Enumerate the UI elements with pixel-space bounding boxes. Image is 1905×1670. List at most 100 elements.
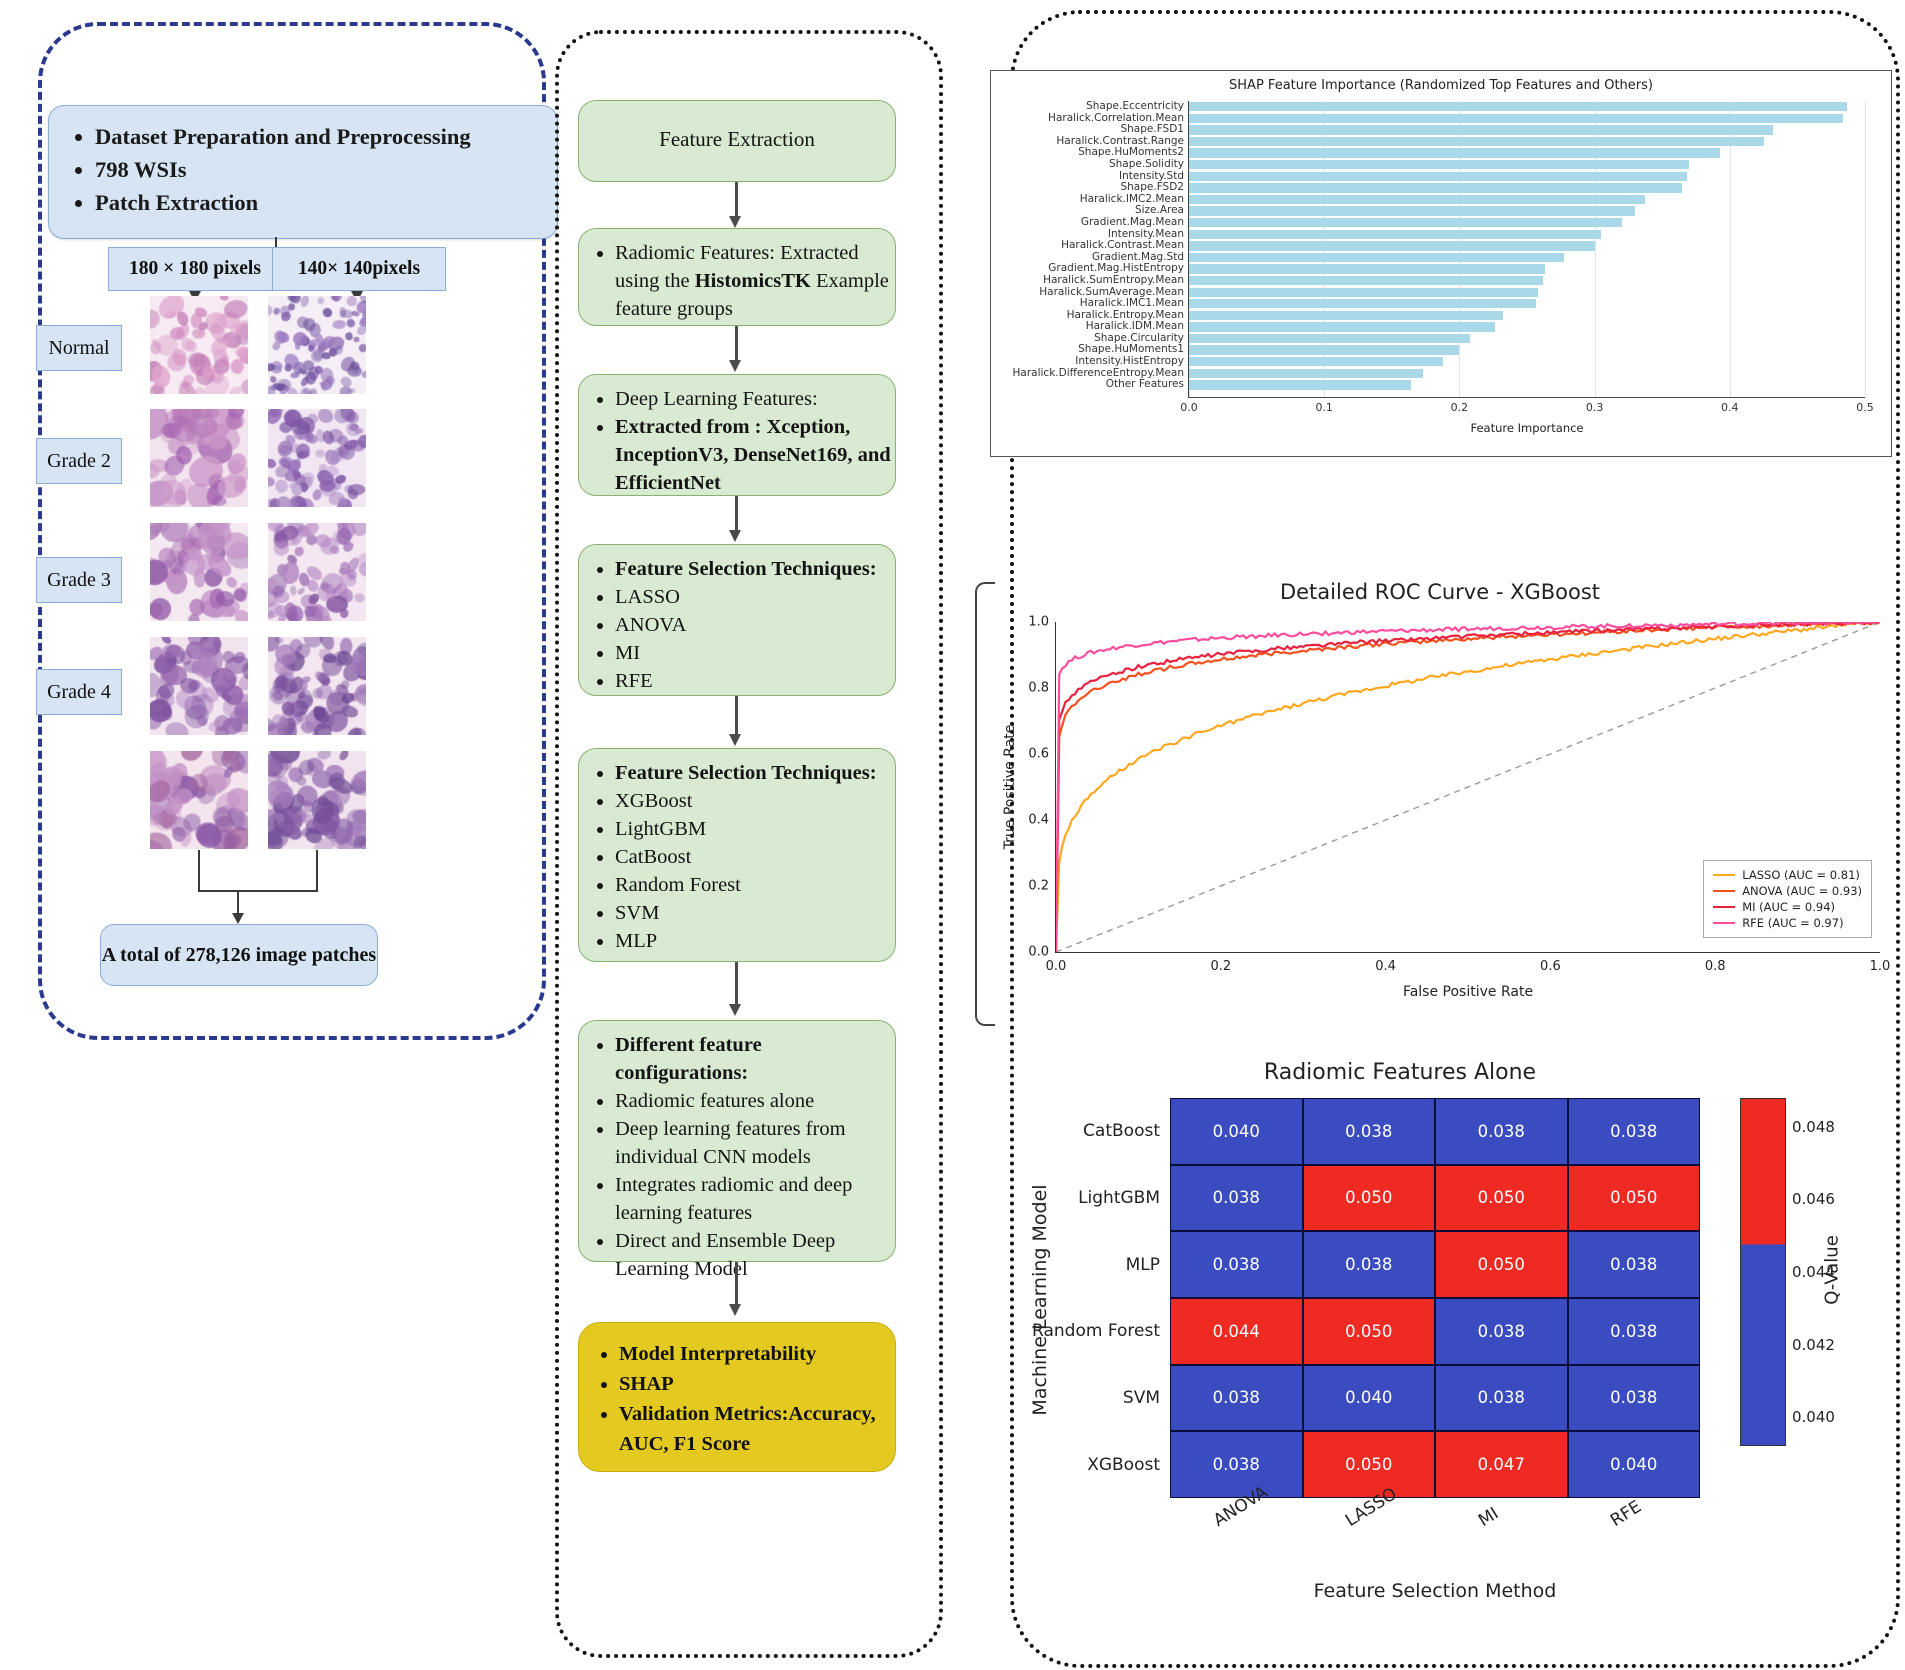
pipeline-list: Different feature configurations:Radiomi… (579, 1021, 895, 1283)
shap-bar (1189, 148, 1721, 158)
shap-bar (1189, 357, 1444, 367)
shap-bar-row: Size.Area (1135, 204, 1865, 217)
shap-bar (1189, 333, 1471, 344)
shap-category-label: Shape.FSD1 (1120, 123, 1184, 136)
pipeline-list-item: Radiomic features alone (615, 1087, 895, 1115)
shap-category-label: Intensity.HistEntropy (1075, 355, 1184, 368)
pipeline-list-item: XGBoost (615, 787, 895, 815)
shap-bar (1189, 194, 1645, 205)
shap-x-tick: 0.1 (1315, 401, 1333, 414)
histology-patch (268, 523, 366, 621)
arrow-head (729, 360, 741, 372)
shap-category-label: Gradient.Mag.HistEntropy (1048, 262, 1184, 275)
pipeline-list-item: Different feature configurations: (615, 1031, 895, 1087)
patch-size-140: 140× 140pixels (272, 247, 446, 291)
pipeline-box-classifiers: Feature Selection Techniques:XGBoostLigh… (578, 748, 896, 962)
histology-patch (150, 751, 248, 849)
pipeline-box-title: Feature Extraction (659, 127, 815, 151)
heatmap-cell: 0.050 (1302, 1297, 1435, 1365)
shap-bar-row: Shape.Solidity (1109, 158, 1865, 171)
final-item: SHAP (619, 1369, 895, 1399)
heatmap-cell: 0.040 (1302, 1364, 1435, 1432)
heatmap-cell: 0.038 (1567, 1364, 1700, 1432)
shap-category-label: Haralick.Entropy.Mean (1066, 308, 1184, 321)
arrow-head (729, 216, 741, 228)
pipeline-list-item: Integrates radiomic and deep learning fe… (615, 1171, 895, 1227)
heatmap-x-axis-label: Feature Selection Method (1313, 1580, 1557, 1602)
shap-bar (1189, 368, 1423, 379)
pipeline-list: Feature Selection Techniques:LASSOANOVAM… (579, 545, 895, 695)
colorbar-tick: 0.042 (1792, 1335, 1835, 1354)
roc-legend-label: LASSO (AUC = 0.81) (1742, 868, 1860, 882)
roc-chart-title: Detailed ROC Curve - XGBoost (1279, 580, 1601, 604)
heatmap-cell: 0.038 (1435, 1364, 1568, 1432)
pipeline-list: Radiomic Features: Extracted using the H… (579, 229, 895, 323)
heatmap-column-label: MI (1474, 1503, 1503, 1531)
heatmap-grid: 0.040 CatBoost ANOVA 0.038 LASSO 0.038 MI 0.038… (1032, 1098, 1700, 1531)
shap-bar (1189, 183, 1683, 193)
heatmap-row-label: MLP (1125, 1254, 1160, 1275)
shap-category-label: Shape.Eccentricity (1086, 100, 1184, 112)
shap-bar (1189, 241, 1595, 251)
colorbar-tick: 0.040 (1792, 1408, 1835, 1427)
legend-swatch (1713, 905, 1736, 909)
shap-bar (1189, 345, 1460, 355)
heatmap-y-axis-label: Machine Learning Model (1029, 1184, 1051, 1416)
shap-bar-row: Haralick.IDM.Mean (1086, 320, 1865, 333)
shap-category-label: Gradient.Mag.Mean (1080, 215, 1184, 228)
shap-category-label: Shape.Circularity (1094, 331, 1184, 344)
shap-category-label: Haralick.IDM.Mean (1085, 320, 1184, 333)
shap-category-label: Shape.HuMoments1 (1078, 343, 1184, 356)
connector-line (316, 850, 318, 892)
roc-y-tick: 0.2 (1028, 878, 1049, 894)
pipeline-list-item: SVM (615, 899, 895, 927)
shap-bar-row: Haralick.Correlation.Mean (1048, 112, 1865, 125)
shap-bar-row: Intensity.Mean (1108, 228, 1865, 241)
heatmap-cell: 0.038 (1435, 1297, 1568, 1365)
shap-bar (1189, 136, 1764, 147)
shap-x-tick: 0.2 (1450, 401, 1469, 414)
grade-label-grade4: Grade 4 (36, 669, 122, 715)
shap-bar (1189, 322, 1495, 332)
heatmap-cell: 0.038 (1170, 1431, 1303, 1498)
heatmap-cell: 0.050 (1435, 1164, 1568, 1232)
shap-bar-row: Haralick.SumAverage.Mean (1039, 286, 1865, 299)
pipeline-box-configurations: Different feature configurations:Radiomi… (578, 1020, 896, 1280)
dataset-item: Patch Extraction (95, 186, 557, 219)
heatmap-cell: 0.040 (1170, 1098, 1303, 1165)
shap-bar-row: Shape.Eccentricity (1086, 100, 1865, 113)
roc-plot-area: False Positive Rate True Positive Rate L… (1002, 615, 1890, 1001)
histology-patch (150, 296, 248, 394)
roc-legend-item: MI (AUC = 0.94) (1713, 899, 1862, 915)
heatmap-cell: 0.038 (1302, 1098, 1435, 1165)
pipeline-list-item: Feature Selection Techniques: (615, 759, 895, 787)
final-item: Validation Metrics:Accuracy, AUC, F1 Sco… (619, 1399, 895, 1459)
arrow-head (729, 734, 741, 746)
roc-x-tick: 0.6 (1540, 959, 1561, 974)
shap-bar-row: Gradient.Mag.HistEntropy (1048, 262, 1865, 275)
heatmap-row-label: XGBoost (1087, 1454, 1160, 1475)
pipeline-box-interpretability: Model Interpretability SHAP Validation M… (578, 1322, 896, 1472)
colorbar-tick: 0.046 (1792, 1190, 1835, 1209)
shap-bar (1189, 229, 1602, 239)
heatmap-card: Radiomic Features Alone 0.040 CatBoost ANO… (1000, 1060, 1880, 1640)
shap-bar-row: Haralick.IMC2.Mean (1080, 193, 1865, 206)
pipeline-box-radiomic-features: Radiomic Features: Extracted using the H… (578, 228, 896, 326)
shap-bar-row: Shape.FSD2 (1120, 181, 1865, 194)
grade-label-normal: Normal (36, 325, 122, 371)
histology-patch (268, 637, 366, 735)
pipeline-list-item: ANOVA (615, 611, 895, 639)
shap-chart-title: SHAP Feature Importance (Randomized Top … (1229, 78, 1653, 93)
roc-legend-item: LASSO (AUC = 0.81) (1713, 867, 1862, 883)
group-brace (975, 582, 995, 1026)
shap-bar (1189, 310, 1503, 321)
shap-category-label: Haralick.SumEntropy.Mean (1043, 273, 1184, 286)
pipeline-list-item: Direct and Ensemble Deep Learning Model (615, 1227, 895, 1283)
shap-bar (1189, 125, 1774, 135)
roc-x-tick: 0.2 (1210, 959, 1232, 974)
shap-x-axis-label: Feature Importance (1470, 421, 1584, 435)
shap-bar-row: Shape.HuMoments2 (1078, 146, 1865, 159)
flow-arrow (735, 962, 738, 1006)
grade-label-grade2: Grade 2 (36, 438, 122, 484)
roc-x-tick: 1.0 (1869, 959, 1891, 974)
